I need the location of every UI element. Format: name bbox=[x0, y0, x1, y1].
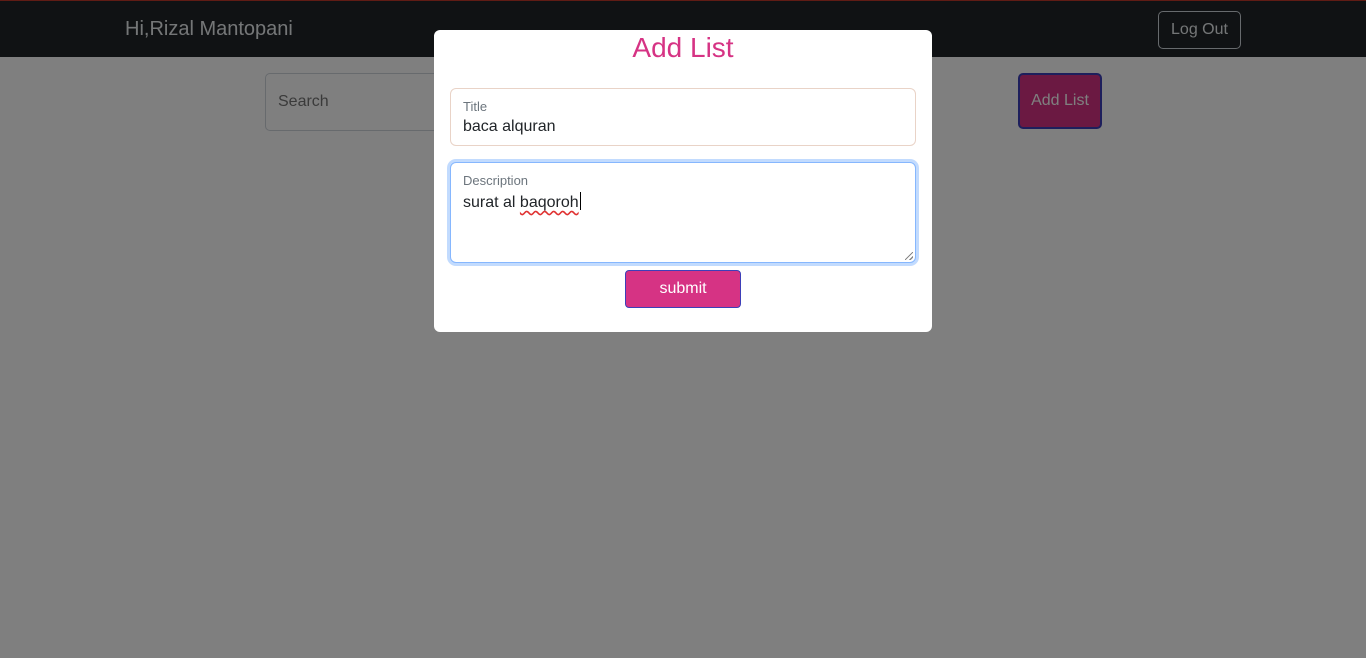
misspelled-word: baqoroh bbox=[519, 194, 579, 211]
description-field-label: Description bbox=[463, 173, 529, 188]
title-field[interactable]: Title baca alquran bbox=[450, 88, 916, 146]
add-list-modal: Add List Title baca alquran Description … bbox=[434, 30, 932, 332]
title-field-value[interactable]: baca alquran bbox=[463, 118, 556, 136]
modal-title: Add List bbox=[632, 32, 734, 63]
submit-button[interactable]: submit bbox=[625, 270, 741, 308]
description-field[interactable]: Description surat al baqoroh bbox=[450, 162, 916, 263]
text-caret bbox=[579, 192, 581, 210]
description-field-value[interactable]: surat al baqoroh bbox=[463, 192, 581, 212]
description-text: surat al bbox=[463, 194, 520, 211]
title-field-label: Title bbox=[463, 99, 488, 114]
page: Hi,Rizal Mantopani Log Out Add List Add … bbox=[0, 0, 1366, 658]
resize-grip-icon[interactable] bbox=[905, 252, 913, 260]
